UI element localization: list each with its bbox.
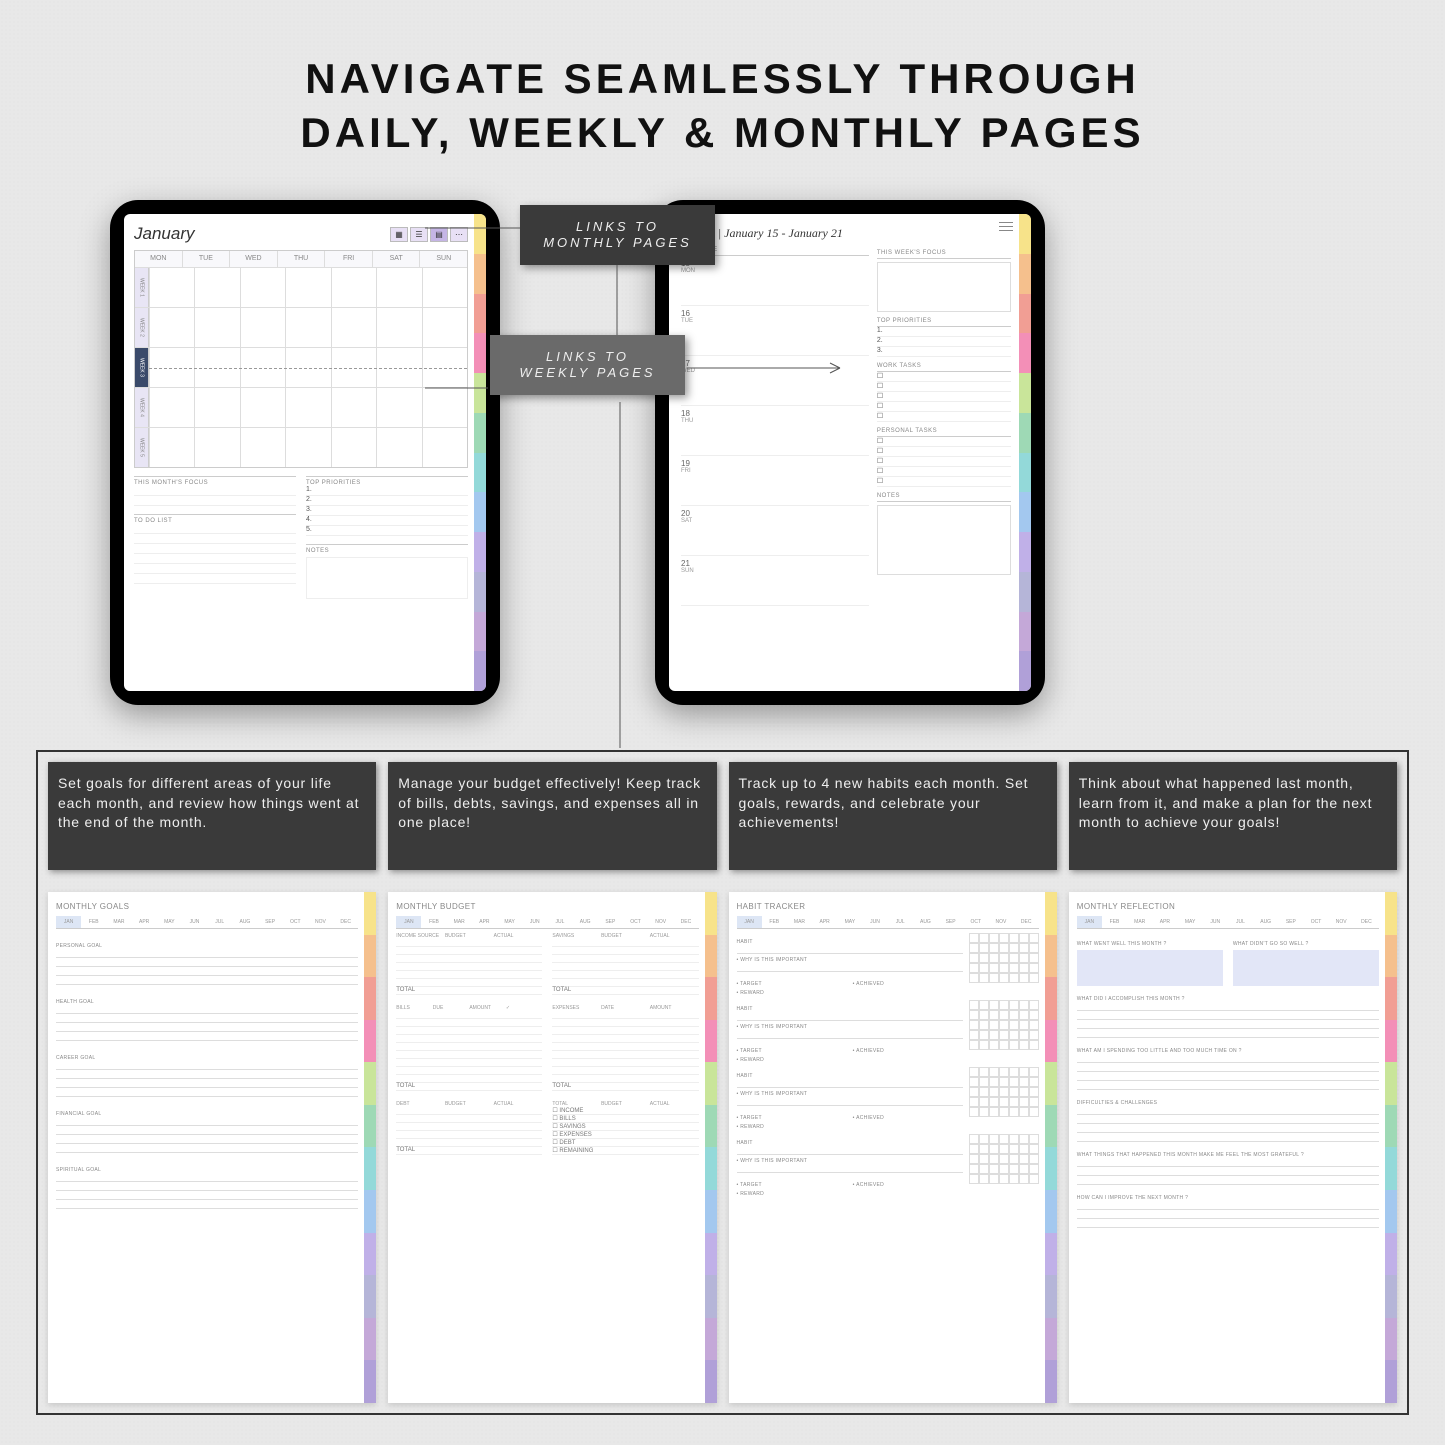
headline: NAVIGATE SEAMLESSLY THROUGH DAILY, WEEKL…: [0, 55, 1445, 157]
page-monthly-reflection[interactable]: MONTHLY REFLECTION JANFEBMARAPRMAYJUNJUL…: [1069, 892, 1397, 1403]
side-tabs[interactable]: [1019, 214, 1031, 691]
more-icon: ⋯: [450, 227, 468, 242]
desc-goals: Set goals for different areas of your li…: [48, 762, 376, 870]
desc-budget: Manage your budget effectively! Keep tra…: [388, 762, 716, 870]
list-icon: ☰: [410, 227, 428, 242]
month-title: January: [134, 224, 194, 244]
bottom-pages: Set goals for different areas of your li…: [36, 750, 1409, 1415]
desc-reflect: Think about what happened last month, le…: [1069, 762, 1397, 870]
callout-monthly: LINKS TO MONTHLY PAGES: [520, 205, 715, 265]
menu-icon[interactable]: [999, 222, 1013, 232]
ipad-monthly: January ▦☰▤⋯ MONTUEWEDTHUFRISATSUN WEEK …: [110, 200, 500, 705]
page-monthly-budget[interactable]: MONTHLY BUDGET JANFEBMARAPRMAYJUNJULAUGS…: [388, 892, 716, 1403]
calendar-icon: ▤: [430, 227, 448, 242]
ipad-weekly: Week 3 | January 15 - January 21 SCHEDUL…: [655, 200, 1045, 705]
page-monthly-goals[interactable]: MONTHLY GOALS JANFEBMARAPRMAYJUNJULAUGSE…: [48, 892, 376, 1403]
callout-weekly: LINKS TO WEEKLY PAGES: [490, 335, 685, 395]
grid-icon: ▦: [390, 227, 408, 242]
page-habit-tracker[interactable]: HABIT TRACKER JANFEBMARAPRMAYJUNJULAUGSE…: [729, 892, 1057, 1403]
calendar-grid[interactable]: MONTUEWEDTHUFRISATSUN WEEK 1WEEK 2WEEK 3…: [134, 250, 468, 468]
side-tabs[interactable]: [474, 214, 486, 691]
view-toggle[interactable]: ▦☰▤⋯: [390, 227, 468, 242]
desc-habit: Track up to 4 new habits each month. Set…: [729, 762, 1057, 870]
